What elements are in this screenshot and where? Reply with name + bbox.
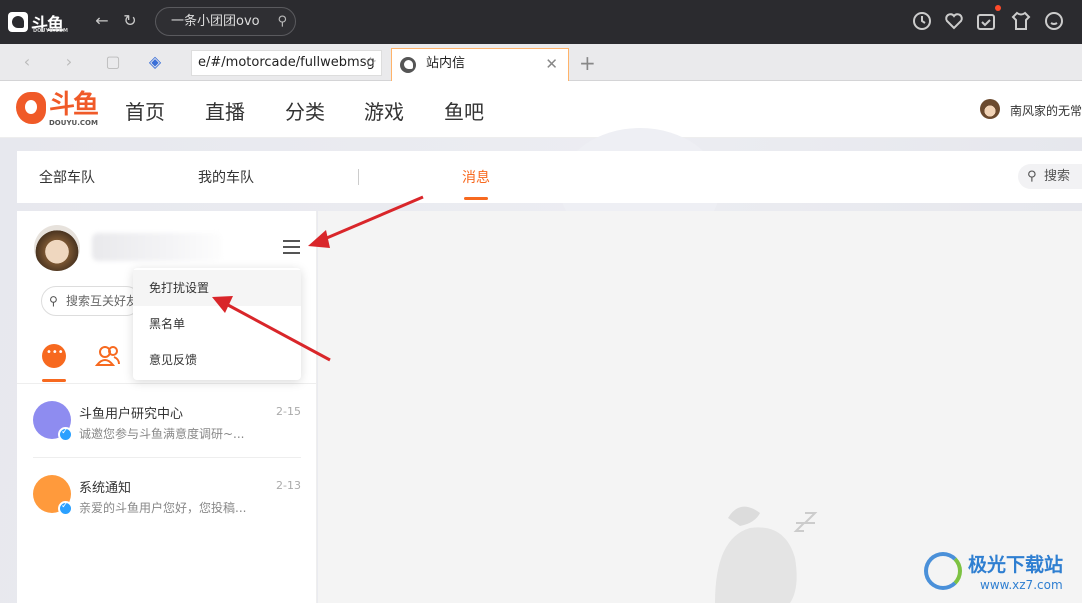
message-date: 2-13 [276,479,301,492]
tab-favicon-icon [400,57,416,73]
subnav-search[interactable]: ⚲ 搜索 [1018,164,1082,189]
site-watermark: 极光下载站 www.xz7.com [920,548,1080,598]
panel-divider [17,383,317,384]
calendar-icon[interactable] [975,10,997,32]
baidu-paw-icon[interactable]: ◈ [146,53,164,71]
browser-brand-sub: DOUYU.COM [33,28,68,34]
blacklist-item[interactable]: 黑名单 [133,306,301,342]
browser-toolbar: 斗鱼 DOUYU.COM ← ↻ 一条小团团ovo ⚲ [0,0,1082,44]
user-avatar [980,99,1000,119]
favorite-icon[interactable] [943,10,965,32]
subnav-search-placeholder: 搜索 [1044,169,1071,184]
settings-dropdown: 免打扰设置 黑名单 意见反馈 [133,268,301,380]
hamburger-menu-icon[interactable] [283,240,300,254]
message-date: 2-15 [276,405,301,418]
nav-home[interactable]: 首页 [125,96,165,125]
verified-badge-icon [58,427,73,442]
search-icon[interactable]: ⚲ [277,8,287,35]
tab-restore-icon[interactable]: ▢ [104,53,122,71]
motorcade-subnav: 全部车队 我的车队 消息 ⚲ 搜索 [17,151,1082,203]
subnav-divider [358,169,359,185]
my-avatar[interactable] [34,225,80,271]
history-icon[interactable] [911,10,933,32]
chat-tab-icon[interactable] [42,344,66,368]
tab-messages[interactable]: 消息 [462,167,490,187]
tab-active-indicator [464,197,488,200]
nav-yuba[interactable]: 鱼吧 [444,96,484,125]
back-icon[interactable]: ← [92,11,112,31]
search-icon: ⚲ [49,294,58,308]
browser-logo[interactable]: 斗鱼 DOUYU.COM [8,8,68,36]
chat-bubble-icon[interactable] [1043,10,1065,32]
bookmark-star-icon[interactable]: ☆ [364,51,377,75]
fish-logo-icon [16,92,46,124]
tab-strip: ‹ › ▢ ◈ e/#/motorcade/fullwebmsg ☆ 站内信 ✕… [0,44,1082,81]
message-preview: 诚邀您参与斗鱼满意度调研~... [79,427,245,441]
tab-all-teams[interactable]: 全部车队 [39,167,95,187]
friends-tab-icon[interactable] [94,343,121,369]
sleeping-mascot-illustration [700,498,820,603]
user-menu[interactable]: 南风家的无常 [980,99,1082,123]
tab-active[interactable]: 站内信 ✕ [391,48,569,81]
address-url: e/#/motorcade/fullwebmsg [198,55,375,70]
message-item[interactable]: 斗鱼用户研究中心 诚邀您参与斗鱼满意度调研~... 2-15 [17,387,317,459]
message-item[interactable]: 系统通知 亲爱的斗鱼用户您好，您投稿... 2-13 [17,461,317,533]
tab-my-teams[interactable]: 我的车队 [198,167,254,187]
watermark-name: 极光下载站 [968,554,1064,576]
notification-dot [995,5,1001,11]
friend-search-input[interactable]: ⚲ 搜索互关好友 [41,286,141,316]
message-title: 系统通知 [79,481,132,496]
message-preview: 亲爱的斗鱼用户您好，您投稿... [79,501,247,515]
address-bar[interactable]: e/#/motorcade/fullwebmsg ☆ [191,50,382,76]
blurred-username [92,233,222,261]
nav-live[interactable]: 直播 [205,96,245,125]
omnibox[interactable]: 一条小团团ovo ⚲ [155,7,296,36]
omnibox-text: 一条小团团ovo [171,14,260,29]
chat-tab-indicator [42,379,66,382]
nav-games[interactable]: 游戏 [364,96,404,125]
tab-forward-icon[interactable]: › [60,53,78,71]
verified-badge-icon [58,501,73,516]
watermark-logo-icon [924,552,962,590]
site-logo[interactable]: 斗鱼 DOUYU.COM [16,90,104,128]
tab-back-icon[interactable]: ‹ [18,53,36,71]
close-tab-icon[interactable]: ✕ [545,49,558,79]
douyu-logo-icon [8,12,28,32]
username: 南风家的无常 [1010,104,1082,118]
refresh-icon[interactable]: ↻ [120,11,140,31]
logo-text: 斗鱼 [49,90,99,120]
nav-category[interactable]: 分类 [285,96,325,125]
message-divider [33,457,301,458]
message-title: 斗鱼用户研究中心 [79,407,184,422]
friend-search-placeholder: 搜索互关好友 [66,294,139,308]
tab-title: 站内信 [426,56,466,71]
site-header: 斗鱼 DOUYU.COM 首页 直播 分类 游戏 鱼吧 南风家的无常 [0,81,1082,138]
skin-icon[interactable] [1010,10,1032,32]
feedback-item[interactable]: 意见反馈 [133,342,301,378]
do-not-disturb-settings[interactable]: 免打扰设置 [133,270,301,306]
new-tab-icon[interactable]: + [579,53,596,73]
logo-domain: DOUYU.COM [49,119,98,127]
search-icon: ⚲ [1027,169,1037,184]
watermark-url: www.xz7.com [980,578,1063,592]
